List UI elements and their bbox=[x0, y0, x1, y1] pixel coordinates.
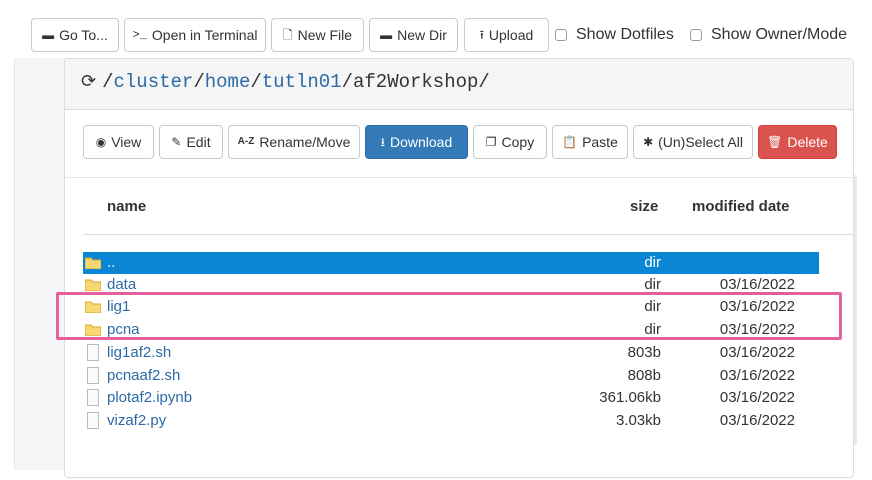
breadcrumb-current: af2Workshop bbox=[352, 71, 479, 93]
trash-icon: 🗑 bbox=[767, 135, 783, 149]
path-header: ⟳ / cluster / home / tutln01/af2Workshop / bbox=[65, 59, 853, 110]
row-size: dir bbox=[644, 254, 661, 271]
copy-button[interactable]: ❐ Copy bbox=[473, 125, 547, 159]
table-row[interactable]: plotaf2.ipynb 361.06kb 03/16/2022 bbox=[83, 387, 819, 409]
go-to-label: Go To... bbox=[59, 27, 108, 43]
row-date: 03/16/2022 bbox=[719, 412, 795, 429]
upload-icon: ⭱ bbox=[479, 28, 484, 42]
folder-icon bbox=[85, 257, 101, 269]
table-row[interactable]: pcnaaf2.sh 808b 03/16/2022 bbox=[83, 365, 819, 387]
paste-label: Paste bbox=[582, 134, 618, 150]
delete-button[interactable]: 🗑 Delete bbox=[758, 125, 837, 159]
row-name[interactable]: lig1af2.sh bbox=[107, 344, 171, 361]
edit-icon: ✎ bbox=[171, 135, 182, 149]
folder-icon bbox=[85, 279, 101, 291]
rename-move-button[interactable]: A-Z Rename/Move bbox=[228, 125, 360, 159]
eye-icon: ◉ bbox=[95, 135, 107, 149]
table-row-parent[interactable]: .. dir bbox=[83, 252, 819, 274]
download-icon: ⭳ bbox=[380, 135, 385, 149]
new-file-label: New File bbox=[297, 27, 353, 43]
download-button[interactable]: ⭳ Download bbox=[365, 125, 468, 159]
show-dotfiles-toggle[interactable]: Show Dotfiles bbox=[555, 18, 674, 52]
file-icon bbox=[87, 389, 99, 406]
row-size: dir bbox=[644, 276, 661, 293]
highlight-annotation bbox=[56, 292, 842, 340]
show-dotfiles-label: Show Dotfiles bbox=[576, 26, 674, 43]
column-header-modified[interactable]: modified date bbox=[692, 198, 790, 215]
refresh-icon[interactable]: ⟳ bbox=[81, 71, 96, 93]
row-name[interactable]: pcnaaf2.sh bbox=[107, 367, 180, 384]
show-owner-label: Show Owner/Mode bbox=[711, 26, 848, 43]
table-row[interactable]: vizaf2.py 3.03kb 03/16/2022 bbox=[83, 410, 819, 432]
table-row[interactable]: lig1af2.sh 803b 03/16/2022 bbox=[83, 342, 819, 364]
row-date: 03/16/2022 bbox=[719, 344, 795, 361]
file-icon bbox=[87, 367, 99, 384]
scrollbar[interactable] bbox=[854, 175, 857, 445]
row-name[interactable]: .. bbox=[107, 254, 115, 271]
row-date: 03/16/2022 bbox=[719, 367, 795, 384]
file-icon bbox=[87, 344, 99, 361]
new-dir-label: New Dir bbox=[397, 27, 447, 43]
new-dir-button[interactable]: ▬ New Dir bbox=[369, 18, 458, 52]
go-to-button[interactable]: ▬ Go To... bbox=[31, 18, 119, 52]
show-owner-toggle[interactable]: Show Owner/Mode bbox=[690, 18, 847, 52]
view-button[interactable]: ◉ View bbox=[83, 125, 154, 159]
terminal-icon: >_ bbox=[132, 28, 147, 42]
new-file-icon: 🗋 bbox=[282, 28, 293, 42]
file-panel: ⟳ / cluster / home / tutln01/af2Workshop / ◉ V… bbox=[64, 58, 854, 478]
row-name[interactable]: data bbox=[107, 276, 136, 293]
paste-icon: 📋 bbox=[562, 135, 578, 149]
row-size: 3.03kb bbox=[615, 412, 661, 429]
view-label: View bbox=[111, 134, 142, 150]
row-size: 803b bbox=[627, 344, 661, 361]
file-icon bbox=[87, 412, 99, 429]
show-dotfiles-checkbox[interactable] bbox=[555, 29, 567, 41]
paste-button[interactable]: 📋 Paste bbox=[552, 125, 628, 159]
asterisk-icon: ✱ bbox=[643, 135, 654, 149]
upload-button[interactable]: ⭱ Upload bbox=[464, 18, 549, 52]
row-size: 361.06kb bbox=[599, 389, 661, 406]
column-header-size[interactable]: size bbox=[630, 198, 658, 215]
new-file-button[interactable]: 🗋 New File bbox=[271, 18, 364, 52]
breadcrumb-segment[interactable]: tutln01 bbox=[262, 71, 342, 93]
sort-alpha-icon: A-Z bbox=[237, 136, 255, 147]
copy-icon: ❐ bbox=[485, 135, 497, 149]
breadcrumb-segment[interactable]: home bbox=[205, 71, 251, 93]
delete-label: Delete bbox=[787, 134, 828, 150]
top-toolbar: ▬ Go To... >_ Open in Terminal 🗋 New Fil… bbox=[0, 0, 872, 60]
row-date: 03/16/2022 bbox=[719, 276, 795, 293]
open-terminal-button[interactable]: >_ Open in Terminal bbox=[124, 18, 266, 52]
file-actions-toolbar: ◉ View ✎ Edit A-Z Rename/Move ⭳ Download… bbox=[65, 125, 853, 161]
row-name[interactable]: vizaf2.py bbox=[107, 412, 166, 429]
rename-move-label: Rename/Move bbox=[259, 134, 351, 150]
column-header-name[interactable]: name bbox=[107, 198, 146, 215]
download-label: Download bbox=[389, 134, 453, 150]
folder-icon: ▬ bbox=[380, 28, 393, 42]
open-terminal-label: Open in Terminal bbox=[151, 27, 258, 43]
copy-label: Copy bbox=[501, 134, 535, 150]
table-header-divider bbox=[83, 234, 853, 235]
left-gutter bbox=[14, 58, 69, 470]
breadcrumb: ⟳ / cluster / home / tutln01/af2Workshop / bbox=[81, 71, 490, 93]
show-owner-checkbox[interactable] bbox=[690, 29, 702, 41]
folder-icon: ▬ bbox=[42, 28, 55, 42]
edit-label: Edit bbox=[186, 134, 211, 150]
row-date: 03/16/2022 bbox=[719, 389, 795, 406]
upload-label: Upload bbox=[488, 27, 534, 43]
select-all-label: (Un)Select All bbox=[658, 134, 743, 150]
edit-button[interactable]: ✎ Edit bbox=[159, 125, 223, 159]
select-all-button[interactable]: ✱ (Un)Select All bbox=[633, 125, 753, 159]
row-size: 808b bbox=[627, 367, 661, 384]
row-name[interactable]: plotaf2.ipynb bbox=[107, 389, 192, 406]
breadcrumb-segment[interactable]: cluster bbox=[114, 71, 194, 93]
